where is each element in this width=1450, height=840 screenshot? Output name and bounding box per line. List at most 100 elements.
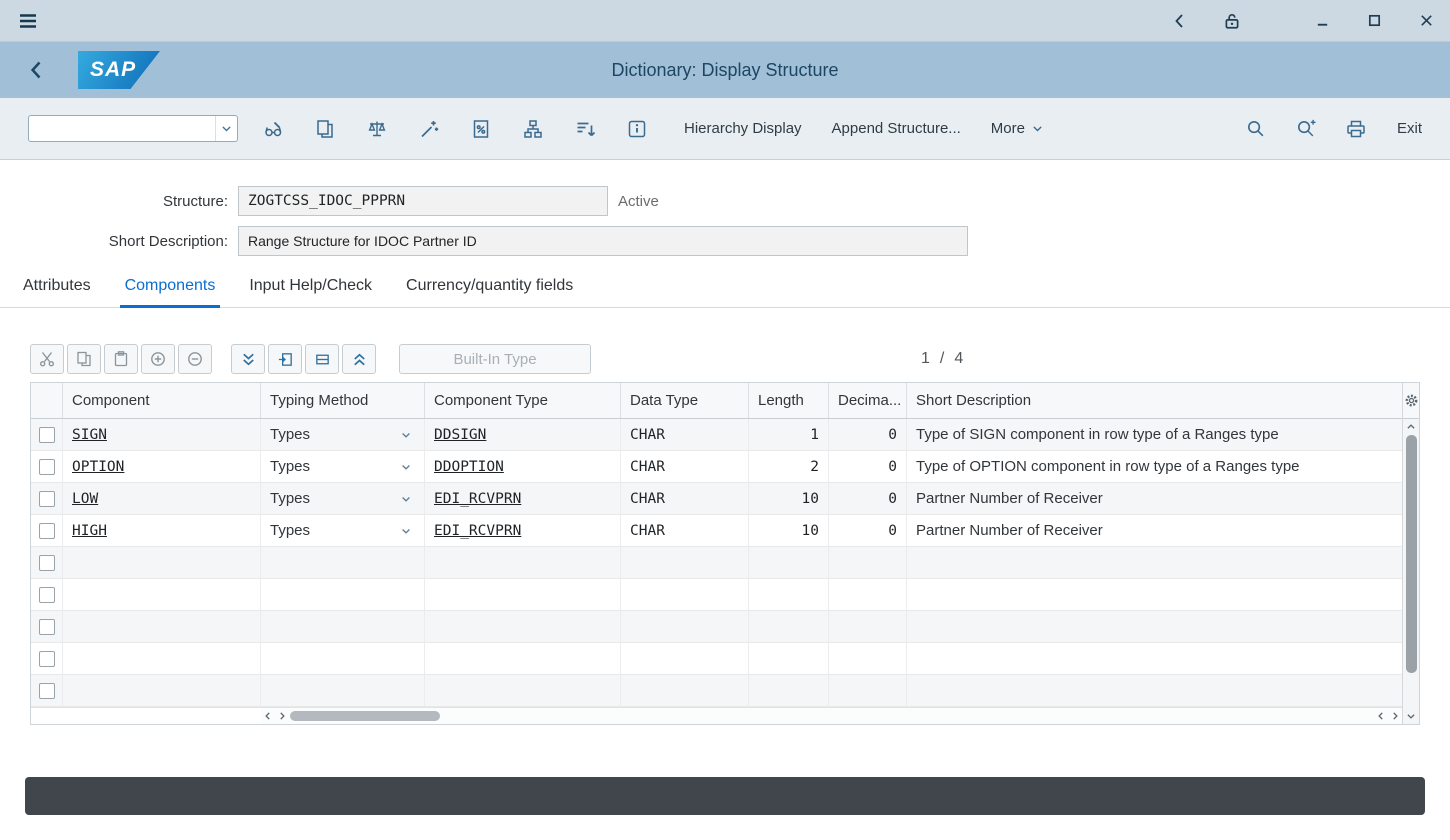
hscroll-left-end-icon[interactable] <box>1374 709 1388 724</box>
minimize-icon[interactable] <box>1310 9 1334 33</box>
row-checkbox[interactable] <box>39 555 55 571</box>
row-checkbox[interactable] <box>39 427 55 443</box>
chevron-down-icon <box>400 525 412 537</box>
component-link[interactable]: SIGN <box>72 427 107 443</box>
length-cell: 2 <box>749 451 829 482</box>
print-icon[interactable] <box>1339 112 1373 146</box>
copy-object-icon[interactable] <box>308 112 342 146</box>
row-checkbox[interactable] <box>39 587 55 603</box>
copy-icon[interactable] <box>67 344 101 374</box>
hierarchy-display-button[interactable]: Hierarchy Display <box>684 120 802 137</box>
hscroll-right-end-icon[interactable] <box>1388 709 1402 724</box>
exit-button[interactable]: Exit <box>1397 120 1422 137</box>
table-row[interactable]: OPTION Types DDOPTION CHAR 2 0 Type of O… <box>31 451 1402 483</box>
column-header-data-type[interactable]: Data Type <box>621 383 749 418</box>
row-checkbox[interactable] <box>39 683 55 699</box>
table-row[interactable]: SIGN Types DDSIGN CHAR 1 0 Type of SIGN … <box>31 419 1402 451</box>
sort-icon[interactable] <box>568 112 602 146</box>
table-settings-gear-icon[interactable] <box>1403 383 1419 419</box>
column-header-decimals[interactable]: Decima... <box>829 383 907 418</box>
info-icon[interactable] <box>620 112 654 146</box>
typing-method-dropdown[interactable]: Types <box>261 483 425 514</box>
table-header-row: Component Typing Method Component Type D… <box>31 383 1402 419</box>
append-structure-label: Append Structure... <box>832 120 961 137</box>
header-back-icon[interactable] <box>22 55 52 85</box>
tab-currency-quantity-fields[interactable]: Currency/quantity fields <box>389 268 590 307</box>
insert-row-icon[interactable] <box>268 344 302 374</box>
maximize-icon[interactable] <box>1362 9 1386 33</box>
activate-icon[interactable] <box>412 112 446 146</box>
hscroll-left-icon[interactable] <box>261 709 275 724</box>
table-row-empty[interactable] <box>31 579 1402 611</box>
search-plus-icon[interactable] <box>1289 112 1323 146</box>
typing-method-dropdown[interactable]: Types <box>261 515 425 546</box>
append-row-icon[interactable] <box>305 344 339 374</box>
double-chevron-up-icon[interactable] <box>342 344 376 374</box>
row-checkbox[interactable] <box>39 523 55 539</box>
row-checkbox[interactable] <box>39 491 55 507</box>
cut-icon[interactable] <box>30 344 64 374</box>
column-header-short-description[interactable]: Short Description <box>907 383 1402 418</box>
vertical-scrollbar[interactable] <box>1402 383 1419 724</box>
add-row-icon[interactable] <box>141 344 175 374</box>
paste-icon[interactable] <box>104 344 138 374</box>
hscroll-track[interactable] <box>289 708 1374 724</box>
lock-icon[interactable] <box>1220 9 1244 33</box>
component-type-link[interactable]: EDI_RCVPRN <box>434 523 521 539</box>
vscroll-down-icon[interactable] <box>1403 708 1419 724</box>
hscroll-right-icon[interactable] <box>275 709 289 724</box>
built-in-type-button[interactable]: Built-In Type <box>399 344 591 374</box>
append-structure-button[interactable]: Append Structure... <box>832 120 961 137</box>
component-link[interactable]: LOW <box>72 491 98 507</box>
command-chevron-down-icon[interactable] <box>215 116 237 141</box>
compare-icon[interactable] <box>360 112 394 146</box>
tab-components[interactable]: Components <box>108 268 233 307</box>
table-row[interactable]: HIGH Types EDI_RCVPRN CHAR 10 0 Partner … <box>31 515 1402 547</box>
typing-method-value: Types <box>270 490 310 507</box>
tab-attributes[interactable]: Attributes <box>6 268 108 307</box>
component-type-link[interactable]: DDOPTION <box>434 459 504 475</box>
status-bar <box>25 777 1425 815</box>
row-checkbox[interactable] <box>39 459 55 475</box>
column-header-component-type[interactable]: Component Type <box>425 383 621 418</box>
column-header-length[interactable]: Length <box>749 383 829 418</box>
data-type-cell <box>621 675 749 706</box>
more-button[interactable]: More <box>991 120 1044 137</box>
table-row-empty[interactable] <box>31 643 1402 675</box>
table-row-empty[interactable] <box>31 611 1402 643</box>
vscroll-up-icon[interactable] <box>1403 419 1419 435</box>
row-checkbox[interactable] <box>39 651 55 667</box>
back-icon[interactable] <box>1168 9 1192 33</box>
row-checkbox[interactable] <box>39 619 55 635</box>
search-icon[interactable] <box>1239 112 1273 146</box>
short-description-field[interactable]: Range Structure for IDOC Partner ID <box>238 226 968 256</box>
component-type-link[interactable]: DDSIGN <box>434 427 486 443</box>
short-description-label: Short Description: <box>0 233 238 250</box>
typing-method-dropdown[interactable]: Types <box>261 419 425 450</box>
menu-icon[interactable] <box>12 6 44 36</box>
column-header-typing-method[interactable]: Typing Method <box>261 383 425 418</box>
component-link[interactable]: HIGH <box>72 523 107 539</box>
vscroll-thumb[interactable] <box>1406 435 1417 673</box>
structure-field[interactable]: ZOGTCSS_IDOC_PPPRN <box>238 186 608 216</box>
analysis-icon[interactable] <box>464 112 498 146</box>
display-change-icon[interactable] <box>256 112 290 146</box>
hierarchy-icon[interactable] <box>516 112 550 146</box>
horizontal-scrollbar[interactable] <box>31 707 1402 724</box>
short-description-cell <box>907 675 1402 706</box>
table-row-empty[interactable] <box>31 547 1402 579</box>
column-header-component[interactable]: Component <box>63 383 261 418</box>
close-icon[interactable] <box>1414 9 1438 33</box>
component-link[interactable]: OPTION <box>72 459 124 475</box>
component-type-cell <box>425 643 621 674</box>
typing-method-dropdown[interactable]: Types <box>261 451 425 482</box>
remove-row-icon[interactable] <box>178 344 212 374</box>
table-row-empty[interactable] <box>31 675 1402 707</box>
hscroll-thumb[interactable] <box>290 711 440 721</box>
command-input[interactable] <box>29 121 215 137</box>
table-row[interactable]: LOW Types EDI_RCVPRN CHAR 10 0 Partner N… <box>31 483 1402 515</box>
tab-input-help-check[interactable]: Input Help/Check <box>232 268 389 307</box>
decimals-cell <box>829 675 907 706</box>
double-chevron-down-icon[interactable] <box>231 344 265 374</box>
component-type-link[interactable]: EDI_RCVPRN <box>434 491 521 507</box>
